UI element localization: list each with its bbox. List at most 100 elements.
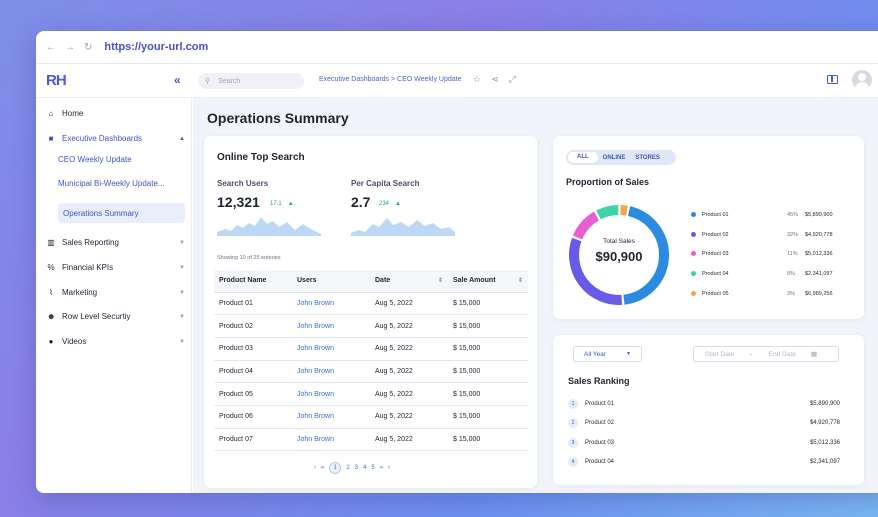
page-3[interactable]: 3 <box>355 465 358 471</box>
kpi-value-per-capita: 2.7 <box>351 194 371 210</box>
legend-item: Product 01 45% $5,890,900 <box>691 212 841 218</box>
cell-amount: $ 15,000 <box>448 292 528 316</box>
legend-dot <box>691 291 696 297</box>
collapse-sidebar-icon[interactable]: « <box>174 73 181 87</box>
cell-user[interactable]: John Brown <box>292 405 370 429</box>
sidebar-item-sales-reporting[interactable]: ▥ Sales Reporting <box>47 238 119 247</box>
card-title: Online Top Search <box>217 152 305 163</box>
chevron-down-icon[interactable]: ▼ <box>179 240 185 246</box>
last-page-icon[interactable]: » <box>380 465 383 471</box>
col-sale-amount[interactable]: Sale Amount ⇕ <box>448 270 528 293</box>
breadcrumb[interactable]: Executive Dashboards > CEO Weekly Update <box>319 76 461 83</box>
reload-icon[interactable]: ↻ <box>84 42 92 53</box>
page-2[interactable]: 2 <box>346 465 349 471</box>
date-range-picker[interactable]: Start Date → End Date ▦ <box>693 346 839 362</box>
arrow-right-icon: → <box>747 350 754 358</box>
layout-icon[interactable] <box>827 75 838 84</box>
table-entries-info: Showing 10 of 25 enteries <box>217 255 281 261</box>
cell-product: Product 01 <box>214 292 292 316</box>
cell-amount: $ 15,000 <box>448 314 528 338</box>
cell-product: Product 07 <box>214 428 292 452</box>
sidebar-item-home[interactable]: ⌂ Home <box>47 109 84 118</box>
legend-dot <box>691 212 696 218</box>
app-header: RH « ⚲ Search Executive Dashboards > CEO… <box>36 64 878 98</box>
page-1[interactable]: 1 <box>329 462 342 474</box>
logo: RH <box>46 72 67 89</box>
share-icon[interactable]: ⋖ <box>491 74 499 85</box>
cell-user[interactable]: John Brown <box>292 428 370 452</box>
legend-item: Product 04 8% $2,341,097 <box>691 271 841 277</box>
online-top-search-card: Online Top Search Search Users 12,321 17… <box>204 136 537 488</box>
chevron-down-icon[interactable]: ▼ <box>179 339 185 345</box>
back-icon[interactable]: ← <box>46 42 56 53</box>
pagination: ‹ « 1 2 3 4 5 » › <box>314 462 390 474</box>
play-icon: ● <box>48 337 54 346</box>
sidebar-item-executive-dashboards[interactable]: ■ Executive Dashboards <box>47 134 142 143</box>
avatar[interactable] <box>852 70 872 90</box>
cell-product: Product 02 <box>214 314 292 338</box>
star-icon[interactable]: ☆ <box>473 74 481 85</box>
table-header-row: Product Name Users Date ⇕ Sale Amount ⇕ <box>214 270 528 293</box>
toggle-all[interactable]: ALL <box>568 152 598 163</box>
sidebar-item-municipal-update[interactable]: Municipal Bi-Weekly Update... <box>58 179 165 188</box>
toggle-stores[interactable]: STORES <box>630 155 665 161</box>
sort-icon[interactable]: ⇕ <box>518 277 523 284</box>
table-row: Product 07 John Brown Aug 5, 2022 $ 15,000 <box>214 428 528 452</box>
col-users[interactable]: Users <box>292 270 370 293</box>
briefcase-icon: ■ <box>48 134 54 143</box>
sidebar-item-row-level-security[interactable]: ☻ Row Level Securtiy <box>47 312 130 321</box>
chevron-down-icon[interactable]: ▼ <box>179 314 185 320</box>
cell-user[interactable]: John Brown <box>292 337 370 361</box>
cell-amount: $ 15,000 <box>448 337 528 361</box>
forward-icon[interactable]: → <box>65 42 75 53</box>
search-input[interactable]: ⚲ Search <box>198 73 304 89</box>
expand-icon[interactable]: ⤢ <box>509 74 516 85</box>
donut-slice <box>596 205 619 220</box>
sidebar-item-marketing[interactable]: ⌇ Marketing <box>47 288 97 297</box>
start-date-field[interactable]: Start Date <box>705 351 734 358</box>
calendar-icon[interactable]: ▦ <box>811 350 817 358</box>
channel-toggle: ALL ONLINE STORES <box>566 150 676 165</box>
cell-product: Product 04 <box>214 360 292 384</box>
table-row: Product 03 John Brown Aug 5, 2022 $ 15,000 <box>214 337 528 361</box>
up-arrow-icon: ▲ <box>395 201 401 207</box>
year-select[interactable]: All Year ▼ <box>573 346 642 362</box>
cell-user[interactable]: John Brown <box>292 292 370 316</box>
toggle-online[interactable]: ONLINE <box>598 155 631 161</box>
chevron-up-icon[interactable]: ▲ <box>179 136 185 142</box>
end-date-field[interactable]: End Date <box>769 351 796 358</box>
cell-user[interactable]: John Brown <box>292 382 370 406</box>
sales-ranking-card: All Year ▼ Start Date → End Date ▦ Sales … <box>553 335 864 485</box>
list-item: 3 Product 03 $5,012,336 <box>568 438 840 448</box>
cell-date: Aug 5, 2022 <box>370 428 448 452</box>
first-page-icon[interactable]: « <box>321 465 324 471</box>
prev-page-icon[interactable]: ‹ <box>314 465 316 471</box>
col-date[interactable]: Date ⇕ <box>370 270 448 293</box>
page-4[interactable]: 4 <box>363 465 366 471</box>
chevron-down-icon[interactable]: ▼ <box>179 265 185 271</box>
card-title: Proportion of Sales <box>566 177 650 187</box>
kpi-change-search-users: 17.1 ▲ <box>270 201 294 207</box>
sales-table: Product Name Users Date ⇕ Sale Amount ⇕ Pr… <box>214 270 528 452</box>
home-icon: ⌂ <box>48 109 54 118</box>
search-icon: ⚲ <box>205 78 211 85</box>
next-page-icon[interactable]: › <box>388 465 390 471</box>
page-5[interactable]: 5 <box>371 465 374 471</box>
sidebar-item-financial-kpis[interactable]: % Financial KPIs <box>47 263 113 272</box>
cell-amount: $ 15,000 <box>448 428 528 452</box>
url-text[interactable]: https://your-url.com <box>104 41 208 53</box>
list-item: 2 Product 02 $4,920,778 <box>568 418 840 428</box>
cell-date: Aug 5, 2022 <box>370 382 448 406</box>
sidebar-item-operations-summary[interactable]: Operations Summary <box>58 203 185 223</box>
sidebar-item-ceo-weekly-update[interactable]: CEO Weekly Update <box>58 155 132 164</box>
proportion-card: ALL ONLINE STORES Proportion of Sales To… <box>553 136 864 319</box>
cell-date: Aug 5, 2022 <box>370 405 448 429</box>
cell-user[interactable]: John Brown <box>292 360 370 384</box>
sidebar-item-videos[interactable]: ● Videos <box>47 337 87 346</box>
col-product-name[interactable]: Product Name <box>214 270 292 293</box>
chevron-down-icon[interactable]: ▼ <box>179 290 185 296</box>
legend-dot <box>691 271 696 277</box>
cell-user[interactable]: John Brown <box>292 314 370 338</box>
sort-icon[interactable]: ⇕ <box>438 277 443 284</box>
donut-slice <box>620 205 628 216</box>
